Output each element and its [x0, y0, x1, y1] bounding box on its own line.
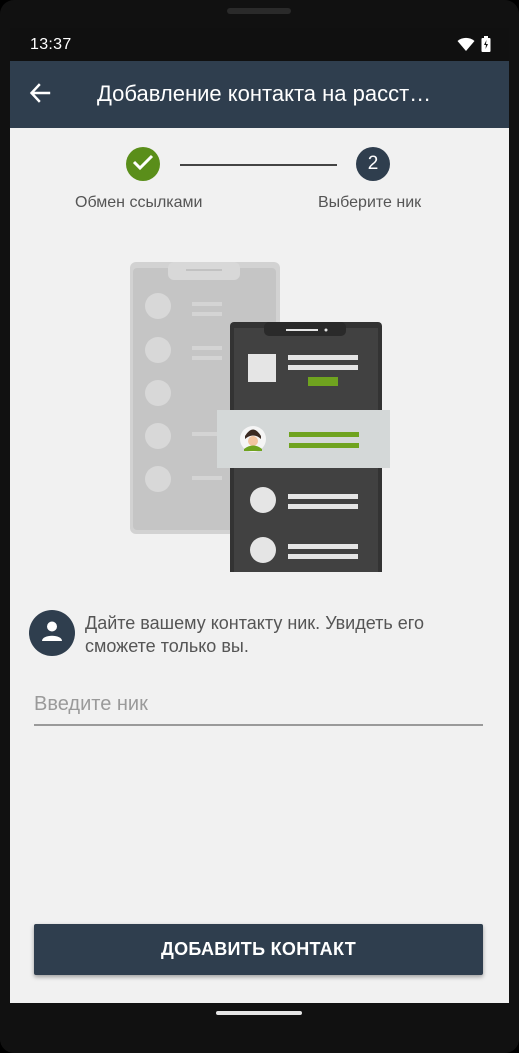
add-contact-button[interactable]: ДОБАВИТЬ КОНТАКТ: [34, 924, 483, 975]
app-bar: Добавление контакта на расст…: [10, 61, 509, 128]
page-title: Добавление контакта на расст…: [97, 81, 432, 106]
back-button[interactable]: [24, 79, 56, 111]
step-1-label: Обмен ссылками: [75, 194, 203, 211]
stepper: 2 Обмен ссылками Выберите ник: [10, 128, 509, 248]
check-icon: [132, 153, 154, 176]
add-contact-phones-illustration: [128, 260, 397, 596]
home-gesture-handle[interactable]: [216, 1011, 302, 1015]
device-speaker: [227, 8, 291, 14]
app-screen: 13:37 Добавление контакта на расст… 2 Об…: [10, 28, 509, 1003]
status-icons: [457, 36, 491, 57]
status-time: 13:37: [30, 36, 72, 53]
person-icon: [41, 620, 63, 647]
arrow-left-icon: [29, 82, 51, 109]
status-bar: 13:37: [10, 28, 509, 61]
device-frame: 13:37 Добавление контакта на расст… 2 Об…: [0, 0, 519, 1053]
wifi-icon: [457, 37, 475, 56]
info-text: Дайте вашему контакту ник. Увидеть его с…: [85, 613, 424, 656]
step-1-indicator: [126, 147, 160, 181]
avatar: [29, 610, 75, 656]
navigation-bar: [0, 1003, 519, 1053]
nickname-info: Дайте вашему контакту ник. Увидеть его с…: [29, 608, 499, 668]
battery-icon: [481, 36, 491, 57]
nick-input[interactable]: [34, 688, 483, 726]
step-2-indicator: 2: [356, 147, 390, 181]
step-connector: [180, 164, 337, 166]
step-2-label: Выберите ник: [318, 194, 422, 211]
